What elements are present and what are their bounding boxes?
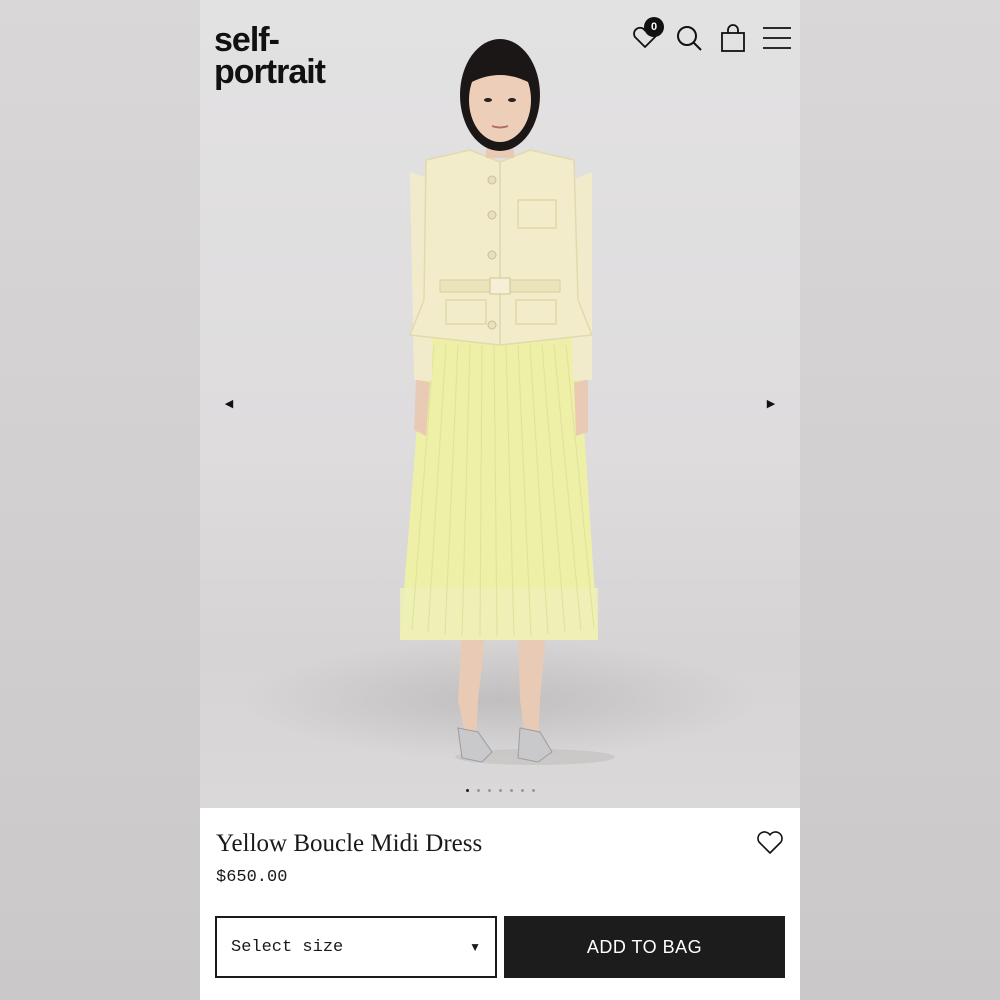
caret-down-icon: ▼: [469, 940, 481, 954]
right-backdrop: [800, 0, 1000, 1000]
product-title: Yellow Boucle Midi Dress: [216, 830, 483, 857]
size-select-placeholder: Select size: [231, 937, 344, 957]
brand-logo[interactable]: self- portrait: [214, 21, 326, 91]
header-icon-bar: 0: [630, 17, 792, 56]
gallery-dot[interactable]: [487, 789, 491, 792]
product-image-gallery[interactable]: self- portrait 0 ◀ ▶: [200, 0, 800, 808]
product-details: Yellow Boucle Midi Dress $650.00 Select …: [200, 808, 800, 1000]
left-backdrop: [0, 0, 200, 1000]
gallery-dot[interactable]: [531, 789, 535, 792]
search-icon: [677, 26, 702, 51]
gallery-dot[interactable]: [498, 789, 502, 792]
brand-logo-line2: portrait: [214, 53, 326, 91]
product-wishlist-button[interactable]: [756, 830, 784, 858]
bag-button[interactable]: [718, 23, 748, 53]
gallery-dot[interactable]: [465, 789, 469, 792]
bag-icon: [721, 24, 745, 52]
gallery-next-arrow[interactable]: ▶: [764, 396, 778, 410]
heart-outline-icon: [757, 831, 783, 854]
gallery-dot[interactable]: [476, 789, 480, 792]
size-select[interactable]: Select size ▼: [215, 916, 497, 978]
product-price: $650.00: [216, 868, 288, 887]
gallery-prev-arrow[interactable]: ◀: [222, 396, 236, 410]
gallery-dot[interactable]: [509, 789, 513, 792]
gallery-pagination: [200, 789, 800, 792]
search-button[interactable]: [674, 23, 704, 53]
menu-icon: [763, 27, 791, 49]
gallery-dot[interactable]: [520, 789, 524, 792]
brand-logo-line1: self-: [214, 21, 280, 59]
wishlist-button[interactable]: 0: [630, 17, 664, 53]
menu-button[interactable]: [762, 23, 792, 53]
mobile-viewport: self- portrait 0 ◀ ▶ Yellow Boucle Midi …: [200, 0, 800, 1000]
add-to-bag-button[interactable]: ADD TO BAG: [504, 916, 785, 978]
model-photo: [400, 39, 615, 765]
wishlist-count-badge: 0: [644, 17, 664, 37]
